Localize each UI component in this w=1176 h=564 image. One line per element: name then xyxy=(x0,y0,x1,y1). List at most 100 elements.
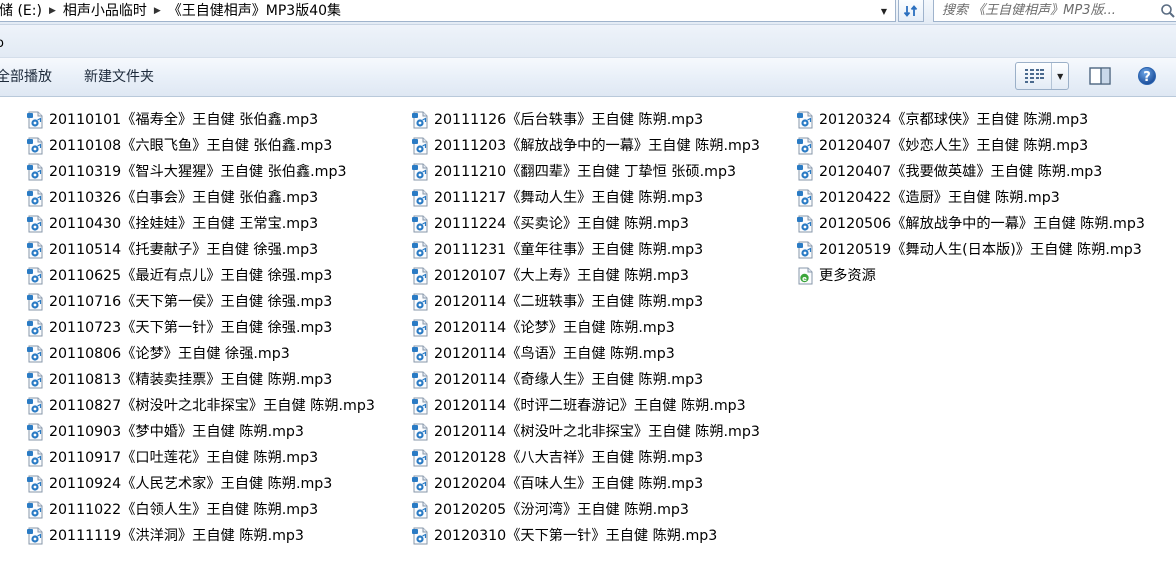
search-icon[interactable] xyxy=(1160,3,1176,19)
file-name: 20110430《拴娃娃》王自健 王常宝.mp3 xyxy=(49,216,319,232)
list-item[interactable]: 20110430《拴娃娃》王自健 王常宝.mp3 xyxy=(26,211,406,237)
file-name: 更多资源 xyxy=(819,268,876,284)
audio-file-icon xyxy=(26,267,44,285)
breadcrumb-folder-temp[interactable]: 相声小品临时 xyxy=(57,2,153,20)
audio-file-icon xyxy=(26,293,44,311)
file-name: 20110924《人民艺术家》王自健 陈朔.mp3 xyxy=(49,476,333,492)
file-name: 20111210《翻四辈》王自健 丁挚恒 张硕.mp3 xyxy=(434,164,737,180)
list-item[interactable]: 20110917《口吐莲花》王自健 陈朔.mp3 xyxy=(26,445,406,471)
list-item[interactable]: 20120310《天下第一针》王自健 陈朔.mp3 xyxy=(411,523,791,549)
svg-text:?: ? xyxy=(1143,70,1151,85)
list-item[interactable]: 20120128《八大吉祥》王自健 陈朔.mp3 xyxy=(411,445,791,471)
refresh-icon xyxy=(903,4,918,17)
list-item[interactable]: 20120204《百味人生》王自健 陈朔.mp3 xyxy=(411,471,791,497)
breadcrumb-chevron-icon[interactable]: ▶ xyxy=(153,6,162,16)
list-item[interactable]: e 更多资源 xyxy=(796,263,1176,289)
file-name: 20120519《舞动人生(日本版)》王自健 陈朔.mp3 xyxy=(819,242,1142,258)
list-item[interactable]: 20120114《二班轶事》王自健 陈朔.mp3 xyxy=(411,289,791,315)
breadcrumb: 储 (E:) ▶ 相声小品临时 ▶ 《王自健相声》MP3版40集 xyxy=(0,2,347,20)
file-name: 20120107《大上寿》王自健 陈朔.mp3 xyxy=(434,268,689,284)
list-item[interactable]: 20120205《汾河湾》王自健 陈朔.mp3 xyxy=(411,497,791,523)
audio-file-icon xyxy=(411,527,429,545)
view-options-dropdown-icon[interactable]: ▼ xyxy=(1052,63,1068,89)
list-item[interactable]: 20110514《托妻献子》王自健 徐强.mp3 xyxy=(26,237,406,263)
list-item[interactable]: 20110108《六眼飞鱼》王自健 张伯鑫.mp3 xyxy=(26,133,406,159)
list-item[interactable]: 20110326《白事会》王自健 张伯鑫.mp3 xyxy=(26,185,406,211)
audio-file-icon xyxy=(411,345,429,363)
file-name: 20120128《八大吉祥》王自健 陈朔.mp3 xyxy=(434,450,704,466)
audio-file-icon xyxy=(411,293,429,311)
list-item[interactable]: 20111119《洪洋洞》王自健 陈朔.mp3 xyxy=(26,523,406,549)
list-item[interactable]: 20120114《时评二班春游记》王自健 陈朔.mp3 xyxy=(411,393,791,419)
address-bar[interactable]: 储 (E:) ▶ 相声小品临时 ▶ 《王自健相声》MP3版40集 ▼ xyxy=(0,0,896,22)
list-item[interactable]: 20110101《福寿全》王自健 张伯鑫.mp3 xyxy=(26,107,406,133)
file-name: 20111022《白领人生》王自健 陈朔.mp3 xyxy=(49,502,319,518)
list-item[interactable]: 20111224《买卖论》王自健 陈朔.mp3 xyxy=(411,211,791,237)
list-item[interactable]: 20120107《大上寿》王自健 陈朔.mp3 xyxy=(411,263,791,289)
address-history-dropdown-icon[interactable]: ▼ xyxy=(877,4,891,18)
list-item[interactable]: 20110827《树没叶之北非探宝》王自健 陈朔.mp3 xyxy=(26,393,406,419)
list-item[interactable]: 20120114《鸟语》王自健 陈朔.mp3 xyxy=(411,341,791,367)
file-name: 20110101《福寿全》王自健 张伯鑫.mp3 xyxy=(49,112,319,128)
file-name: 20110903《梦中婚》王自健 陈朔.mp3 xyxy=(49,424,304,440)
list-item[interactable]: 20120407《妙恋人生》王自健 陈朔.mp3 xyxy=(796,133,1176,159)
search-input[interactable] xyxy=(942,1,1142,19)
play-all-button[interactable]: 全部播放 xyxy=(0,68,52,86)
menu-item-clipped[interactable]: o xyxy=(0,37,4,51)
audio-file-icon xyxy=(26,189,44,207)
file-name: 20120407《妙恋人生》王自健 陈朔.mp3 xyxy=(819,138,1089,154)
list-item[interactable]: 20120407《我要做英雄》王自健 陈朔.mp3 xyxy=(796,159,1176,185)
search-box[interactable] xyxy=(933,0,1176,22)
audio-file-icon xyxy=(26,501,44,519)
file-name: 20110827《树没叶之北非探宝》王自健 陈朔.mp3 xyxy=(49,398,375,414)
list-item[interactable]: 20110813《精装卖挂票》王自健 陈朔.mp3 xyxy=(26,367,406,393)
change-view-button[interactable] xyxy=(1016,63,1053,89)
file-name: 20120205《汾河湾》王自健 陈朔.mp3 xyxy=(434,502,689,518)
list-item[interactable]: 20110806《论梦》王自健 徐强.mp3 xyxy=(26,341,406,367)
command-toolbar: 全部播放 新建文件夹 ▼ ? xyxy=(0,58,1176,97)
audio-file-icon xyxy=(26,527,44,545)
audio-file-icon xyxy=(26,397,44,415)
audio-file-icon xyxy=(411,163,429,181)
refresh-button[interactable] xyxy=(898,0,924,22)
file-name: 20120114《鸟语》王自健 陈朔.mp3 xyxy=(434,346,675,362)
list-item[interactable]: 20111126《后台轶事》王自健 陈朔.mp3 xyxy=(411,107,791,133)
audio-file-icon xyxy=(411,423,429,441)
list-item[interactable]: 20111231《童年往事》王自健 陈朔.mp3 xyxy=(411,237,791,263)
file-name: 20120422《造厨》王自健 陈朔.mp3 xyxy=(819,190,1060,206)
file-name: 20111119《洪洋洞》王自健 陈朔.mp3 xyxy=(49,528,304,544)
list-item[interactable]: 20110716《天下第一侯》王自健 徐强.mp3 xyxy=(26,289,406,315)
breadcrumb-drive[interactable]: 储 (E:) xyxy=(0,2,48,20)
list-item[interactable]: 20111022《白领人生》王自健 陈朔.mp3 xyxy=(26,497,406,523)
list-item[interactable]: 20120422《造厨》王自健 陈朔.mp3 xyxy=(796,185,1176,211)
list-item[interactable]: 20120114《论梦》王自健 陈朔.mp3 xyxy=(411,315,791,341)
list-item[interactable]: 20110903《梦中婚》王自健 陈朔.mp3 xyxy=(26,419,406,445)
file-name: 20110813《精装卖挂票》王自健 陈朔.mp3 xyxy=(49,372,333,388)
link-file-icon: e xyxy=(796,267,814,285)
audio-file-icon xyxy=(26,449,44,467)
list-item[interactable]: 20111203《解放战争中的一幕》王自健 陈朔.mp3 xyxy=(411,133,791,159)
list-item[interactable]: 20120324《京都球侠》王自健 陈溯.mp3 xyxy=(796,107,1176,133)
audio-file-icon xyxy=(26,423,44,441)
list-item[interactable]: 20120519《舞动人生(日本版)》王自健 陈朔.mp3 xyxy=(796,237,1176,263)
breadcrumb-chevron-icon[interactable]: ▶ xyxy=(48,6,57,16)
list-item[interactable]: 20110723《天下第一针》王自健 徐强.mp3 xyxy=(26,315,406,341)
help-button[interactable]: ? xyxy=(1136,65,1158,87)
audio-file-icon xyxy=(26,215,44,233)
list-item[interactable]: 20110625《最近有点儿》王自健 徐强.mp3 xyxy=(26,263,406,289)
audio-file-icon xyxy=(411,501,429,519)
list-item[interactable]: 20120506《解放战争中的一幕》王自健 陈朔.mp3 xyxy=(796,211,1176,237)
audio-file-icon xyxy=(796,215,814,233)
file-name: 20111224《买卖论》王自健 陈朔.mp3 xyxy=(434,216,689,232)
breadcrumb-folder-current[interactable]: 《王自健相声》MP3版40集 xyxy=(162,2,347,20)
audio-file-icon xyxy=(26,163,44,181)
new-folder-button[interactable]: 新建文件夹 xyxy=(84,68,154,86)
file-list-column-3: 20120324《京都球侠》王自健 陈溯.mp3 20120407《妙恋人生》王自… xyxy=(796,107,1176,289)
list-item[interactable]: 20120114《奇缘人生》王自健 陈朔.mp3 xyxy=(411,367,791,393)
list-item[interactable]: 20111217《舞动人生》王自健 陈朔.mp3 xyxy=(411,185,791,211)
list-item[interactable]: 20120114《树没叶之北非探宝》王自健 陈朔.mp3 xyxy=(411,419,791,445)
list-item[interactable]: 20110319《智斗大猩猩》王自健 张伯鑫.mp3 xyxy=(26,159,406,185)
preview-pane-button[interactable] xyxy=(1088,66,1112,86)
list-item[interactable]: 20110924《人民艺术家》王自健 陈朔.mp3 xyxy=(26,471,406,497)
list-item[interactable]: 20111210《翻四辈》王自健 丁挚恒 张硕.mp3 xyxy=(411,159,791,185)
